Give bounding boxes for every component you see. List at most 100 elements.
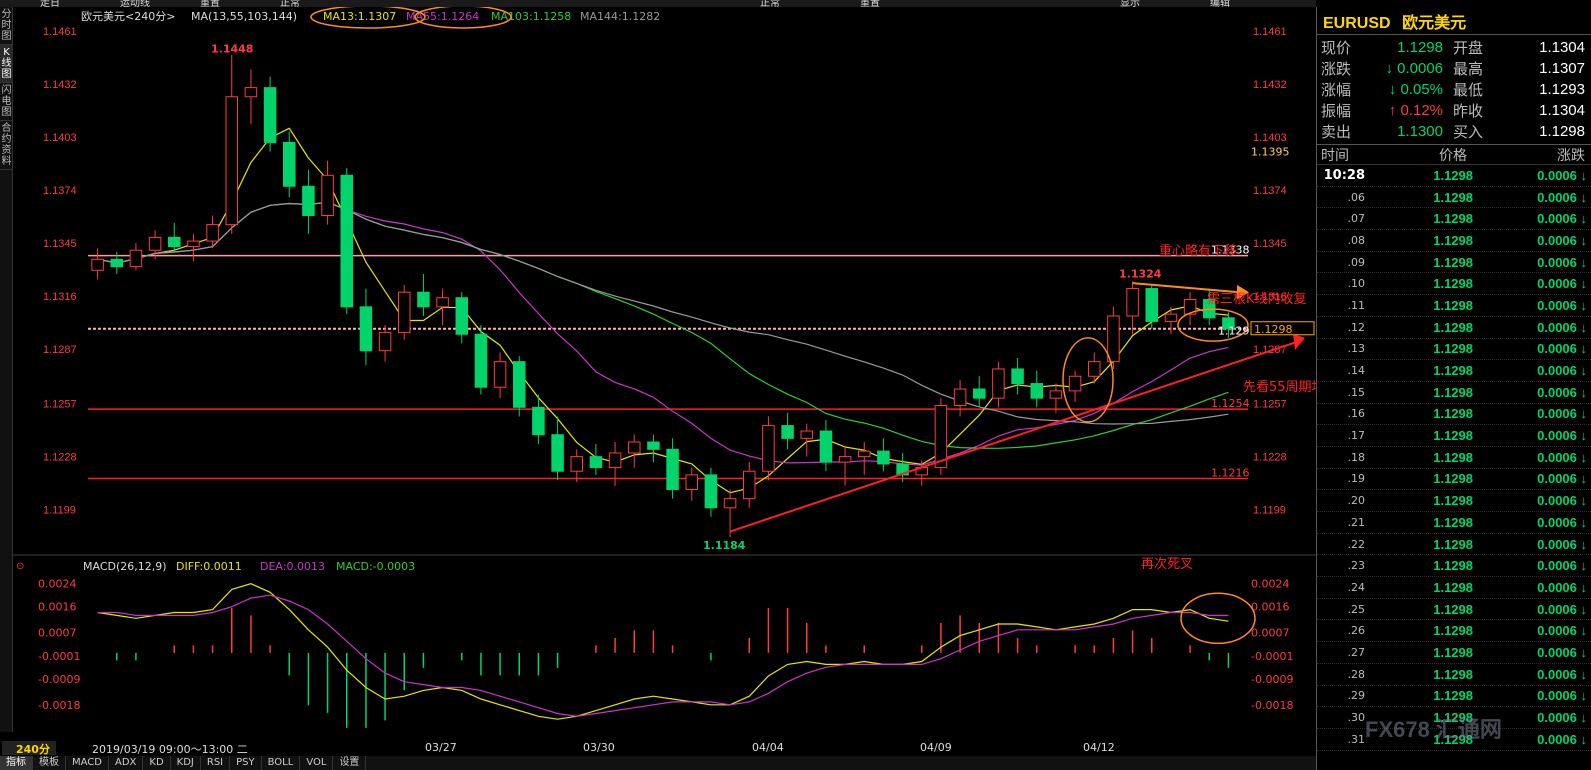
- indicator-tab[interactable]: BOLL: [262, 756, 301, 770]
- toolbar-item[interactable]: 走日: [40, 0, 60, 7]
- period-label: 240分: [16, 743, 50, 756]
- toolbar-item[interactable]: 运动线: [120, 0, 150, 7]
- macd-params: MACD(26,12,9): [83, 560, 167, 573]
- indicator-tab[interactable]: PSY: [230, 756, 262, 770]
- candle-body: [838, 456, 852, 463]
- tick-change: 0.0006 ↓: [1537, 319, 1587, 335]
- tick-price: 1.1298: [1433, 211, 1473, 227]
- chart-instrument-name: 欧元美元<240分>: [81, 10, 175, 23]
- candle-body: [953, 388, 967, 406]
- candle-body: [513, 361, 526, 408]
- indicator-tab[interactable]: KDJ: [171, 756, 201, 770]
- tick-row: .21 1.1298 0.0006 ↓: [1317, 512, 1591, 534]
- tick-list[interactable]: 10:28 1.1298 0.0006 ↓ .06 1.1298 0.0006 ↓ .07 1…: [1317, 165, 1591, 751]
- toolbar-item[interactable]: 显示: [1120, 0, 1140, 7]
- ma103-value: MA103:1.1258: [491, 10, 571, 23]
- indicator-tab[interactable]: 模板: [33, 756, 66, 770]
- candle-body: [474, 333, 488, 388]
- tick-change: 0.0006 ↓: [1537, 536, 1587, 552]
- tick-change: 0.0006 ↓: [1537, 471, 1587, 487]
- candle-body: [1030, 383, 1043, 399]
- tick-row: .10 1.1298 0.0006 ↓: [1317, 273, 1591, 296]
- quote-label: 最高: [1453, 60, 1484, 78]
- candle-body: [858, 450, 871, 458]
- tick-row: .08 1.1298 0.0006 ↓: [1317, 230, 1591, 252]
- view-tab[interactable]: 闪电图: [0, 83, 13, 121]
- price-axis-label-left: 1.1345: [43, 238, 77, 250]
- candle-body: [781, 425, 794, 439]
- quote-label: 开盘: [1453, 39, 1484, 57]
- indicator-tab[interactable]: MACD: [66, 756, 109, 770]
- tick-row: .06 1.1298 0.0006 ↓: [1317, 187, 1591, 209]
- view-tab[interactable]: K线图: [0, 45, 13, 83]
- tick-price: 1.1298: [1433, 644, 1473, 660]
- tick-time: .28: [1347, 667, 1366, 681]
- candle-body: [1088, 361, 1101, 377]
- candle-body: [628, 441, 641, 454]
- toolbar-item[interactable]: 重置: [860, 0, 880, 7]
- indicator-tab[interactable]: VOL: [300, 756, 334, 770]
- candle-body: [647, 441, 660, 450]
- price-axis-label-right: 1.1432: [1253, 79, 1287, 91]
- indicator-tab[interactable]: 设置: [333, 756, 367, 770]
- tick-time: .23: [1347, 559, 1366, 573]
- macd-diff-value: DIFF:0.0011: [176, 560, 242, 573]
- tick-time: .25: [1347, 602, 1366, 616]
- quote-label: 振幅: [1321, 102, 1352, 120]
- view-tab[interactable]: 合约资料: [0, 121, 13, 170]
- candle-body: [1145, 288, 1158, 322]
- candle-body: [436, 297, 449, 308]
- tick-price: 1.1298: [1433, 297, 1473, 313]
- tick-price: 1.1298: [1433, 189, 1473, 205]
- indicator-tab[interactable]: RSI: [201, 756, 231, 770]
- tick-price-header: 价格: [1439, 147, 1467, 164]
- tick-time: .19: [1347, 472, 1366, 486]
- indicator-tab[interactable]: ADX: [109, 756, 144, 770]
- quote-value: 1.1293: [1539, 81, 1585, 98]
- tick-time: .12: [1347, 320, 1366, 334]
- tick-row: .23 1.1298 0.0006 ↓: [1317, 555, 1591, 578]
- toolbar-item[interactable]: 正常: [280, 0, 300, 7]
- tick-row: .20 1.1298 0.0006 ↓: [1317, 490, 1591, 512]
- tick-time: .20: [1347, 494, 1366, 508]
- quote-row: 振幅 ↑ 0.12% 昨收 1.1304: [1317, 100, 1591, 121]
- tick-price: 1.1298: [1433, 363, 1473, 379]
- quote-value: 1.1304: [1539, 39, 1585, 56]
- price-axis-label-right: 1.1228: [1253, 452, 1287, 464]
- toolbar-item[interactable]: 正常: [760, 0, 780, 7]
- indicator-tab[interactable]: 指标: [0, 756, 33, 770]
- quote-panel: EURUSD 欧元美元 现价 1.1298 开盘 1.1304 涨跌 ↓ 0.0006 最高…: [1316, 7, 1591, 770]
- toolbar-item[interactable]: 重置: [200, 0, 220, 7]
- chart-area[interactable]: 1.1461 1.1461 1.1432 1.1432 1.1403 1.1403 1.13…: [13, 7, 1316, 740]
- candle-body: [704, 474, 718, 509]
- price-axis-label-left: 1.1199: [43, 505, 76, 517]
- tick-price: 1.1298: [1433, 384, 1473, 400]
- tick-time: .22: [1347, 537, 1366, 551]
- candle-body: [685, 474, 698, 491]
- cursor-date-info: 2019/03/19 09:00～13:00 二: [92, 743, 248, 756]
- top-toolbar: 走日 运动线 重置 正常 正常 重置 显示 编辑: [0, 0, 1316, 7]
- view-tab[interactable]: 分时图: [0, 7, 13, 45]
- macd-dea-value: DEA:0.0013: [260, 560, 325, 573]
- candle-body: [225, 96, 238, 226]
- quote-row: 现价 1.1298 开盘 1.1304: [1317, 37, 1591, 58]
- tick-change: 0.0006 ↓: [1537, 666, 1587, 682]
- toolbar-item[interactable]: 编辑: [1210, 0, 1230, 7]
- tick-time: .16: [1347, 407, 1366, 421]
- tick-time: .08: [1347, 233, 1366, 247]
- indicator-tab[interactable]: KD: [143, 756, 171, 770]
- candle-body: [723, 498, 737, 509]
- candle-body: [398, 291, 411, 333]
- price-axis-label-right: 1.1199: [1253, 505, 1286, 517]
- macd-axis-label-left: -0.0001: [38, 650, 80, 663]
- level-1216-label: 1.1216: [1211, 467, 1250, 480]
- period-selector[interactable]: 240分 ▲: [2, 741, 56, 770]
- tick-time: .10: [1347, 277, 1366, 291]
- tick-price: 1.1298: [1433, 254, 1473, 270]
- tick-price: 1.1298: [1433, 449, 1473, 465]
- tick-price: 1.1298: [1433, 232, 1473, 248]
- candle-body: [206, 224, 219, 242]
- macd-diff-line: [97, 583, 1229, 720]
- macd-axis-label-right: -0.0018: [1251, 699, 1293, 712]
- quote-row: 涨幅 ↓ 0.05% 最低 1.1293: [1317, 79, 1591, 100]
